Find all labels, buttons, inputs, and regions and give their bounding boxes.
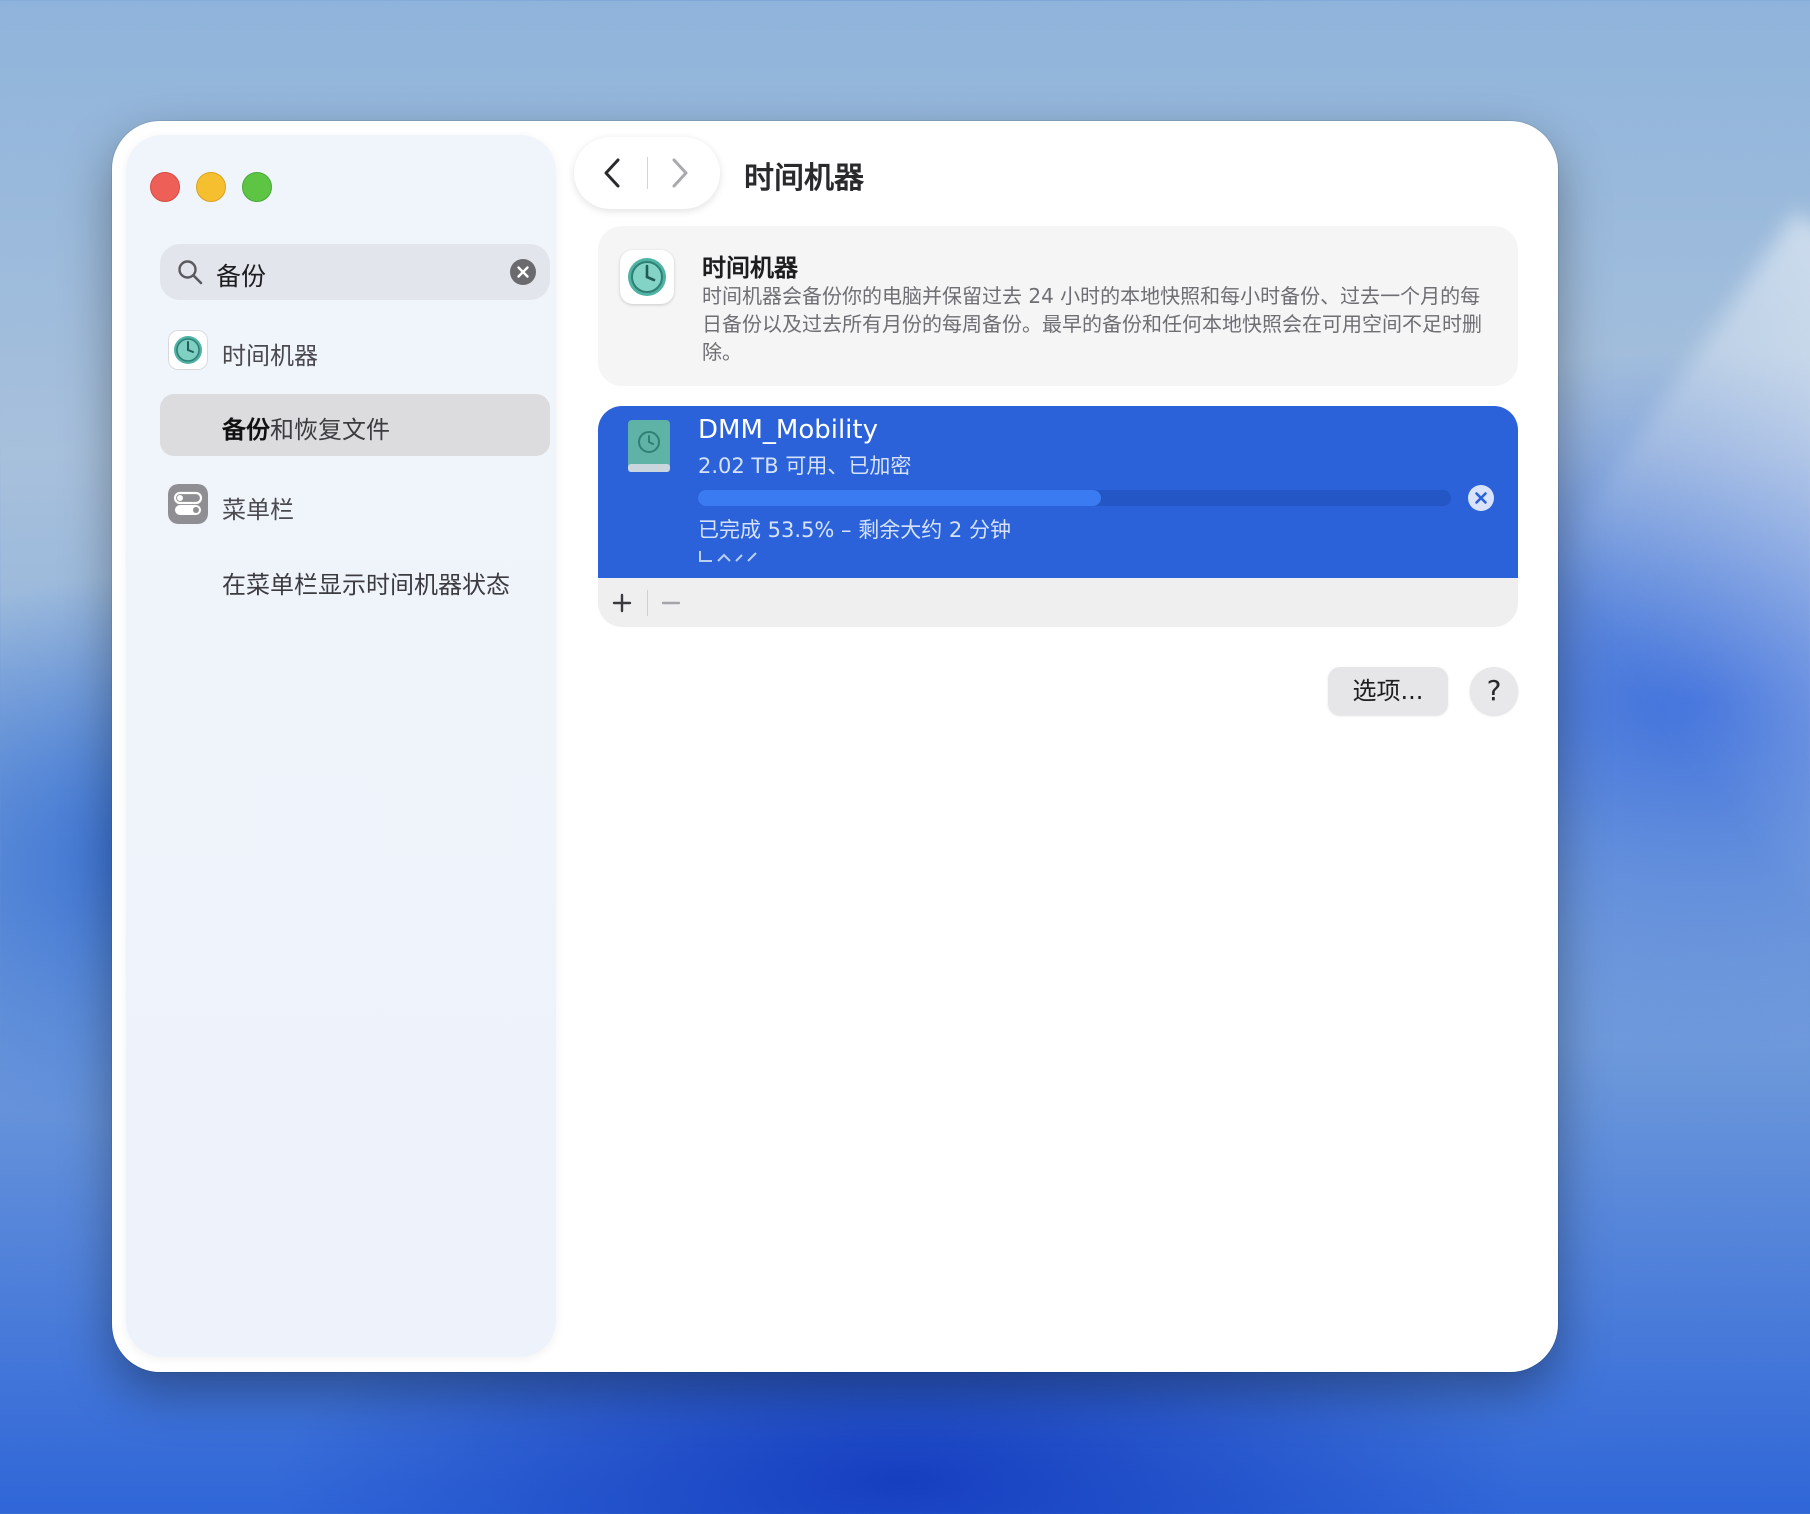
cancel-backup-icon[interactable] [1468, 485, 1494, 511]
truncated-text-fragment [699, 551, 757, 562]
sidebar: 备份 时间机器 备份和恢复文件 菜单栏 在菜单栏显示时间机器状态 [126, 135, 556, 1357]
sidebar-item-label: 在菜单栏显示时间机器状态 [222, 571, 510, 599]
minimize-window-button[interactable] [196, 172, 226, 202]
backup-disk-list: DMM_Mobility 2.02 TB 可用、已加密 已完成 53.5% – … [598, 406, 1518, 627]
help-button[interactable]: ? [1470, 667, 1518, 715]
sidebar-item-label: 备份和恢复文件 [222, 410, 390, 445]
time-machine-info-card: 时间机器 时间机器会备份你的电脑并保留过去 24 小时的本地快照和每小时备份、过… [598, 226, 1518, 386]
search-field[interactable]: 备份 [160, 244, 550, 300]
menu-bar-icon [168, 484, 208, 524]
controls-divider [647, 590, 648, 616]
info-description: 时间机器会备份你的电脑并保留过去 24 小时的本地快照和每小时备份、过去一个月的… [702, 284, 1482, 364]
sidebar-section-label: 菜单栏 [222, 496, 294, 524]
search-input[interactable]: 备份 [216, 257, 266, 293]
settings-window: 备份 时间机器 备份和恢复文件 菜单栏 在菜单栏显示时间机器状态 时间机器 时间… [112, 121, 1558, 1372]
backup-disk-icon [628, 420, 670, 472]
add-disk-button[interactable] [605, 586, 639, 620]
options-button[interactable]: 选项... [1328, 667, 1448, 715]
close-window-button[interactable] [150, 172, 180, 202]
sidebar-item-backup-restore[interactable]: 备份和恢复文件 [160, 394, 550, 456]
forward-chevron-icon[interactable] [664, 157, 694, 189]
list-controls [598, 578, 1518, 627]
disk-info: 2.02 TB 可用、已加密 [698, 454, 912, 478]
clear-search-icon[interactable] [510, 259, 536, 285]
navigation-buttons [574, 137, 720, 209]
search-match-highlight: 备份 [222, 416, 270, 444]
zoom-window-button[interactable] [242, 172, 272, 202]
remove-disk-button[interactable] [654, 586, 688, 620]
page-title: 时间机器 [744, 161, 864, 196]
time-machine-icon [620, 250, 674, 304]
sidebar-item-show-menu-bar-status[interactable]: 在菜单栏显示时间机器状态 [160, 549, 550, 611]
nav-divider [647, 157, 648, 189]
backup-progress-bar [698, 490, 1451, 506]
back-chevron-icon[interactable] [598, 157, 628, 189]
backup-progress-fill [698, 490, 1101, 506]
sidebar-section-label: 时间机器 [222, 342, 318, 370]
backup-progress-status: 已完成 53.5% – 剩余大约 2 分钟 [698, 518, 1011, 542]
search-icon [178, 260, 203, 285]
disk-name: DMM_Mobility [698, 415, 878, 445]
sidebar-item-label-rest: 和恢复文件 [270, 416, 390, 444]
info-title: 时间机器 [702, 254, 798, 282]
backup-disk-row[interactable]: DMM_Mobility 2.02 TB 可用、已加密 已完成 53.5% – … [598, 406, 1518, 578]
time-machine-icon [168, 330, 208, 370]
